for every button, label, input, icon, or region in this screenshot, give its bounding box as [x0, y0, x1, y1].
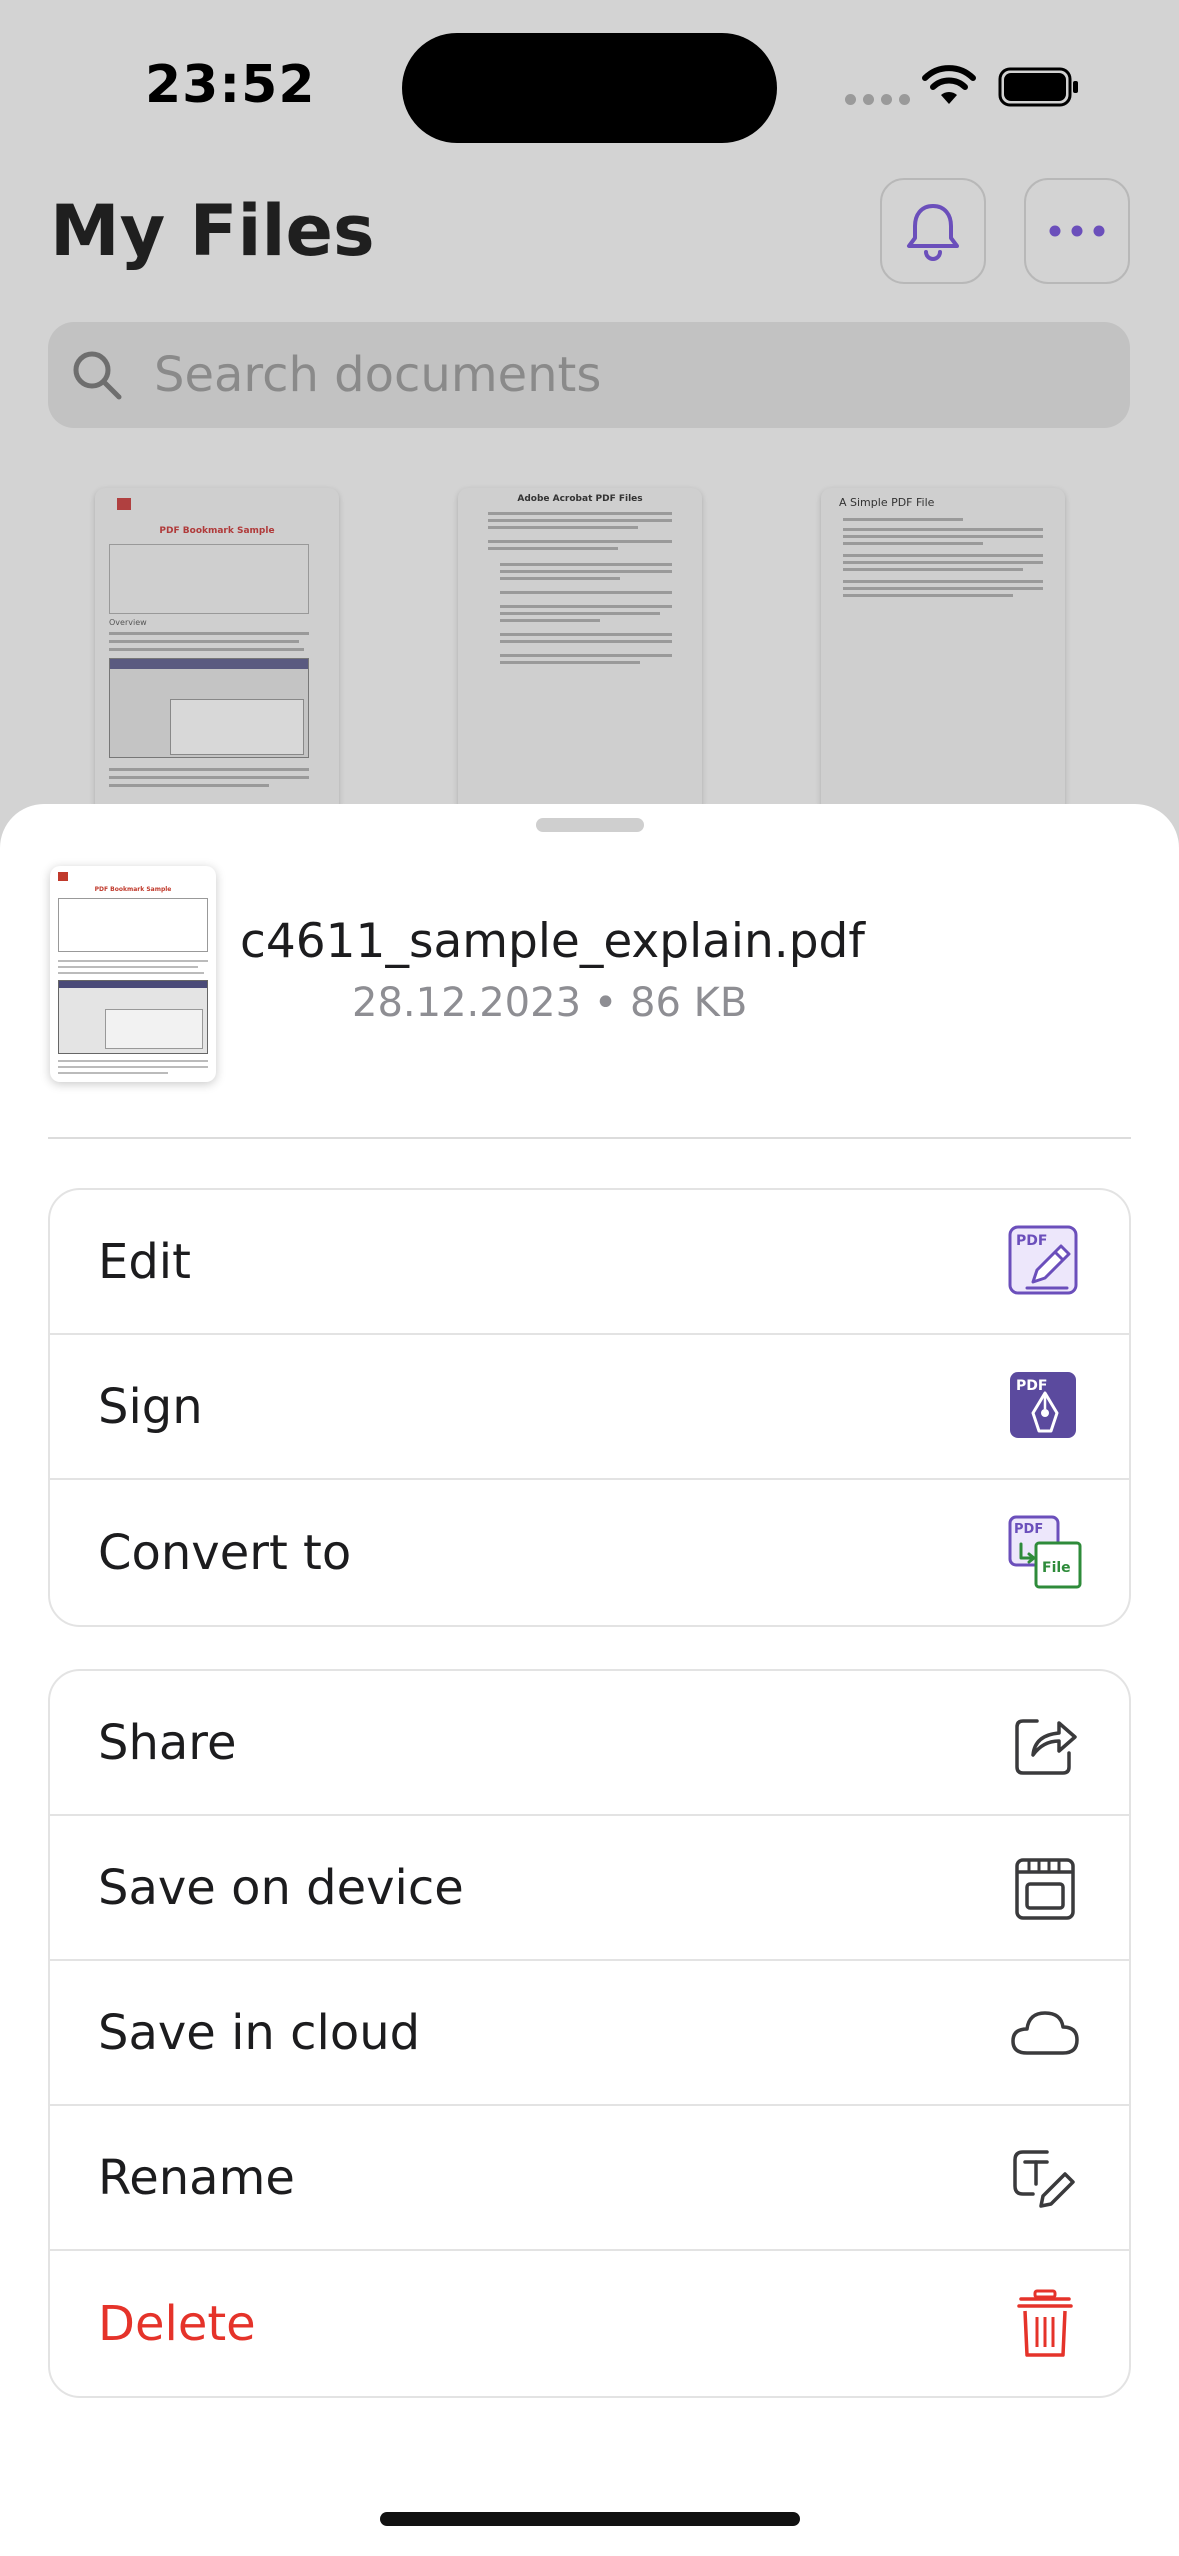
file-thumbnail: PDF Bookmark Sample	[50, 866, 216, 1082]
status-time: 23:52	[145, 55, 316, 115]
battery-icon	[998, 67, 1078, 107]
document-thumbnail[interactable]: Adobe Acrobat PDF Files	[458, 488, 702, 813]
dynamic-island	[402, 33, 777, 143]
more-options-button[interactable]	[1024, 178, 1130, 284]
cellular-signal-icon	[845, 94, 910, 105]
cloud-icon	[1011, 2011, 1079, 2055]
more-horizontal-icon	[1049, 225, 1105, 237]
trash-icon	[1017, 2289, 1073, 2357]
thumbnail-title: A Simple PDF File	[839, 496, 935, 509]
search-icon	[73, 351, 122, 400]
file-meta: 28.12.2023 • 86 KB	[352, 980, 748, 1026]
svg-text:File: File	[1042, 1560, 1071, 1576]
search-bar[interactable]	[48, 322, 1130, 428]
bell-icon	[907, 204, 959, 261]
sign-label: Sign	[98, 1378, 203, 1435]
pdf-convert-icon: PDF File	[1008, 1515, 1082, 1589]
file-name: c4611_sample_explain.pdf	[240, 914, 865, 969]
sign-button[interactable]: Sign PDF	[50, 1335, 1129, 1480]
wifi-icon	[922, 65, 976, 104]
delete-label: Delete	[98, 2295, 256, 2352]
edit-label: Edit	[98, 1233, 191, 1290]
edit-button[interactable]: Edit PDF	[50, 1190, 1129, 1335]
thumbnail-title: PDF Bookmark Sample	[159, 526, 275, 536]
share-icon	[1015, 1719, 1077, 1775]
file-thumbnail-screenshot	[58, 980, 208, 1054]
rename-label: Rename	[98, 2149, 295, 2206]
convert-to-button[interactable]: Convert to PDF File	[50, 1480, 1129, 1625]
thumbnail-table	[109, 544, 309, 614]
search-input[interactable]	[154, 322, 1094, 428]
home-indicator[interactable]	[380, 2512, 800, 2526]
document-thumbnail[interactable]: PDF Bookmark Sample Overview	[95, 488, 339, 813]
save-device-icon	[1015, 1858, 1075, 1920]
delete-button[interactable]: Delete	[50, 2251, 1129, 2396]
share-label: Share	[98, 1714, 237, 1771]
convert-to-label: Convert to	[98, 1524, 352, 1581]
pdf-sign-icon: PDF	[1010, 1372, 1076, 1438]
sheet-grabber[interactable]	[536, 818, 644, 832]
secondary-actions-group: Share Save on device Save in cloud Renam…	[48, 1669, 1131, 2398]
file-actions-sheet: PDF Bookmark Sample c4611_sample_explain…	[0, 804, 1179, 2556]
rename-button[interactable]: Rename	[50, 2106, 1129, 2251]
svg-text:PDF: PDF	[1016, 1233, 1047, 1249]
status-bar: 23:52	[0, 0, 1179, 160]
adobe-logo	[117, 498, 131, 510]
save-in-cloud-button[interactable]: Save in cloud	[50, 1961, 1129, 2106]
thumbnail-subtitle: Overview	[109, 618, 147, 627]
thumbnail-title: Adobe Acrobat PDF Files	[517, 494, 643, 504]
save-on-device-label: Save on device	[98, 1859, 464, 1916]
thumbnail-screenshot	[109, 658, 309, 758]
share-button[interactable]: Share	[50, 1671, 1129, 1816]
pdf-edit-icon: PDF	[1008, 1225, 1078, 1295]
adobe-logo	[58, 872, 68, 881]
primary-actions-group: Edit PDF Sign PDF Convert to PDF File	[48, 1188, 1131, 1627]
page-title: My Files	[50, 190, 375, 272]
file-thumbnail-title: PDF Bookmark Sample	[94, 886, 172, 893]
save-in-cloud-label: Save in cloud	[98, 2004, 421, 2061]
svg-text:PDF: PDF	[1016, 1378, 1047, 1394]
divider	[48, 1137, 1131, 1139]
document-thumbnail[interactable]: A Simple PDF File	[821, 488, 1065, 813]
rename-icon	[1013, 2150, 1075, 2208]
save-on-device-button[interactable]: Save on device	[50, 1816, 1129, 1961]
svg-text:PDF: PDF	[1014, 1522, 1043, 1537]
notifications-button[interactable]	[880, 178, 986, 284]
file-thumbnail-table	[58, 898, 208, 952]
